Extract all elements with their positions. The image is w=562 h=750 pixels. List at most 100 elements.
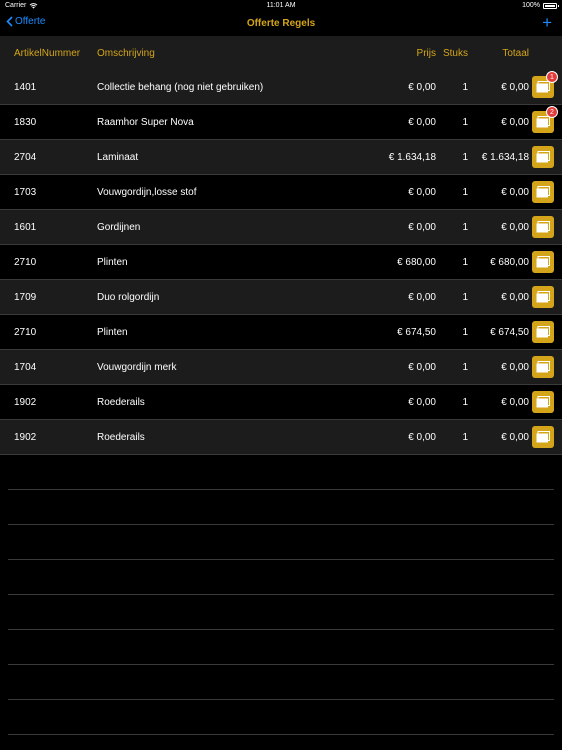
column-header-totaal: Totaal (502, 48, 529, 59)
folder-icon (536, 186, 550, 198)
quantity: 1 (462, 117, 468, 128)
description: Gordijnen (97, 222, 141, 233)
status-bar: Carrier 11:01 AM 100% (0, 0, 562, 12)
quantity: 1 (462, 257, 468, 268)
description: Plinten (97, 257, 128, 268)
total: € 1.634,18 (481, 152, 529, 163)
price: € 0,00 (408, 117, 436, 128)
description: Plinten (97, 327, 128, 338)
artikel-number: 1902 (14, 397, 37, 408)
artikel-number: 1709 (14, 292, 37, 303)
column-header-stuks: Stuks (442, 48, 468, 59)
price: € 0,00 (408, 82, 436, 93)
folder-icon (536, 221, 550, 233)
artikel-number: 1703 (14, 187, 37, 198)
quantity: 1 (462, 82, 468, 93)
folder-button[interactable] (532, 426, 554, 448)
description: Raamhor Super Nova (97, 117, 194, 128)
price: € 0,00 (408, 187, 436, 198)
table-row[interactable]: 1830 Raamhor Super Nova € 0,00 1 € 0,00 … (0, 105, 562, 140)
quantity: 1 (462, 187, 468, 198)
folder-icon (536, 361, 550, 373)
description: Roederails (97, 432, 145, 443)
table-row[interactable]: 1703 Vouwgordijn,losse stof € 0,00 1 € 0… (0, 175, 562, 210)
artikel-number: 1902 (14, 432, 37, 443)
table-row[interactable]: 1902 Roederails € 0,00 1 € 0,00 (0, 420, 562, 455)
table-row[interactable]: 2710 Plinten € 674,50 1 € 674,50 (0, 315, 562, 350)
total: € 0,00 (501, 432, 529, 443)
description: Duo rolgordijn (97, 292, 160, 303)
table-body: 1401 Collectie behang (nog niet gebruike… (0, 70, 562, 735)
quantity: 1 (462, 432, 468, 443)
table-row[interactable]: 1704 Vouwgordijn merk € 0,00 1 € 0,00 (0, 350, 562, 385)
total: € 0,00 (501, 222, 529, 233)
folder-button[interactable] (532, 391, 554, 413)
price: € 0,00 (408, 222, 436, 233)
price: € 0,00 (408, 292, 436, 303)
price: € 680,00 (397, 257, 436, 268)
table-row[interactable]: 2710 Plinten € 680,00 1 € 680,00 (0, 245, 562, 280)
folder-icon (536, 116, 550, 128)
table-header: ArtikelNummer Omschrijving Prijs Stuks T… (0, 36, 562, 70)
total: € 0,00 (501, 117, 529, 128)
artikel-number: 1401 (14, 82, 37, 93)
table-row[interactable]: 1401 Collectie behang (nog niet gebruike… (0, 70, 562, 105)
price: € 0,00 (408, 397, 436, 408)
artikel-number: 1601 (14, 222, 37, 233)
plus-icon: + (542, 13, 552, 32)
artikel-number: 1830 (14, 117, 37, 128)
folder-button[interactable]: 1 (532, 71, 558, 98)
quantity: 1 (462, 327, 468, 338)
total: € 674,50 (490, 327, 529, 338)
price: € 674,50 (397, 327, 436, 338)
folder-button[interactable] (532, 286, 554, 308)
folder-icon (536, 151, 550, 163)
folder-button[interactable] (532, 356, 554, 378)
folder-button[interactable] (532, 251, 554, 273)
quantity: 1 (462, 397, 468, 408)
empty-row (8, 525, 554, 560)
price: € 0,00 (408, 362, 436, 373)
total: € 0,00 (501, 187, 529, 198)
total: € 0,00 (501, 82, 529, 93)
empty-row (8, 700, 554, 735)
page-title: Offerte Regels (246, 18, 316, 29)
folder-button[interactable] (532, 146, 554, 168)
empty-row (8, 560, 554, 595)
folder-icon (536, 326, 550, 338)
folder-button[interactable] (532, 321, 554, 343)
price: € 0,00 (408, 432, 436, 443)
folder-icon (536, 256, 550, 268)
add-button[interactable]: + (542, 14, 552, 31)
folder-icon (536, 431, 550, 443)
folder-button[interactable] (532, 181, 554, 203)
folder-button[interactable]: 2 (532, 106, 558, 133)
total: € 680,00 (490, 257, 529, 268)
artikel-number: 2710 (14, 257, 37, 268)
battery-percent: 100% (522, 2, 540, 9)
table-row[interactable]: 1709 Duo rolgordijn € 0,00 1 € 0,00 (0, 280, 562, 315)
artikel-number: 2704 (14, 152, 37, 163)
description: Vouwgordijn,losse stof (97, 187, 197, 198)
description: Laminaat (97, 152, 139, 163)
folder-button[interactable] (532, 216, 554, 238)
description: Roederails (97, 397, 145, 408)
table-row[interactable]: 2704 Laminaat € 1.634,18 1 € 1.634,18 (0, 140, 562, 175)
total: € 0,00 (501, 397, 529, 408)
quantity: 1 (462, 292, 468, 303)
status-time: 11:01 AM (266, 2, 296, 9)
table-row[interactable]: 1601 Gordijnen € 0,00 1 € 0,00 (0, 210, 562, 245)
column-header-artikelnummer: ArtikelNummer (14, 48, 81, 59)
price: € 1.634,18 (388, 152, 436, 163)
battery-icon (543, 2, 559, 9)
notification-badge: 2 (546, 106, 558, 118)
total: € 0,00 (501, 362, 529, 373)
total: € 0,00 (501, 292, 529, 303)
quantity: 1 (462, 362, 468, 373)
battery-info: 100% (522, 2, 559, 9)
column-header-omschrijving: Omschrijving (97, 48, 155, 59)
quantity: 1 (462, 152, 468, 163)
quantity: 1 (462, 222, 468, 233)
table-row[interactable]: 1902 Roederails € 0,00 1 € 0,00 (0, 385, 562, 420)
artikel-number: 1704 (14, 362, 37, 373)
